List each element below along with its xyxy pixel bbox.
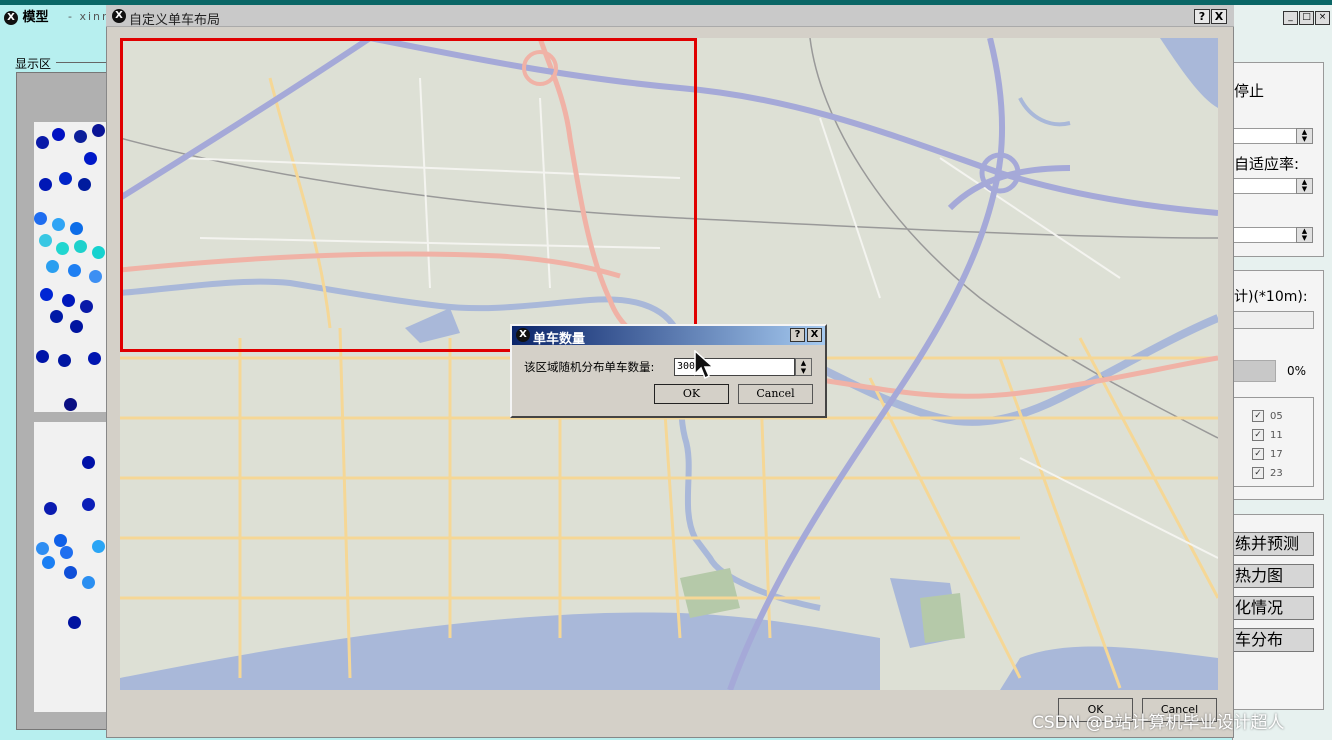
checkbox-label: 17 — [1270, 449, 1283, 460]
scatter-dot — [78, 178, 91, 191]
scatter-dot — [74, 130, 87, 143]
scatter-dot — [92, 540, 105, 553]
scatter-dot — [82, 576, 95, 589]
bike-count-prompt: 该区域随机分布单车数量: — [524, 360, 655, 374]
maximize-button[interactable]: □ — [1299, 11, 1314, 25]
bike-distribution-button[interactable]: 车分布 — [1232, 628, 1314, 652]
scatter-dot — [44, 502, 57, 515]
scatter-dot — [82, 498, 95, 511]
window-controls: _ □ × — [1282, 8, 1330, 25]
app-x-icon: X — [4, 10, 18, 25]
scatter-dot — [46, 260, 59, 273]
scatter-dot — [39, 178, 52, 191]
checkbox[interactable]: ✓ — [1252, 448, 1264, 460]
checkbox-label: 23 — [1270, 468, 1283, 479]
scatter-dot — [68, 264, 81, 277]
custom-layout-title: 自定义单车布局 — [129, 13, 221, 28]
distance-label: 计)(*10m): — [1234, 289, 1308, 305]
mouse-cursor-icon — [694, 350, 714, 380]
scatter-dot — [92, 246, 105, 259]
bike-cancel-button[interactable]: Cancel — [738, 384, 813, 404]
bike-count-title: 单车数量 — [533, 332, 586, 347]
close-button[interactable]: X — [1211, 9, 1227, 24]
param-spinner-3[interactable]: ▲ ▼ — [1296, 227, 1313, 243]
bike-count-spinner[interactable]: ▲ ▼ — [795, 358, 812, 376]
scatter-dot — [42, 556, 55, 569]
change-status-button[interactable]: 化情况 — [1232, 596, 1314, 620]
checkbox-label: 11 — [1270, 430, 1283, 441]
progress-text: 0% — [1287, 364, 1307, 378]
stop-label: 停止 — [1234, 82, 1265, 100]
scatter-dot — [60, 546, 73, 559]
close-button[interactable]: × — [1315, 11, 1330, 25]
scatter-dot — [80, 300, 93, 313]
scatter-dot — [84, 152, 97, 165]
sea-area — [120, 612, 880, 690]
background-title-text: 模型 — [22, 10, 49, 25]
watermark: CSDN @B站计算机毕业设计超人 — [1032, 713, 1285, 733]
park-2 — [920, 593, 965, 643]
scatter-dot — [36, 542, 49, 555]
train-predict-button[interactable]: 练并预测 — [1232, 532, 1314, 556]
scatter-dot — [70, 222, 83, 235]
bike-count-input[interactable]: 300 — [674, 358, 795, 376]
scatter-dot — [56, 242, 69, 255]
param-spinner-2[interactable]: ▲ ▼ — [1296, 178, 1313, 194]
dialog-x-icon: X — [112, 9, 126, 23]
scatter-dot — [92, 124, 105, 137]
scatter-dot — [64, 566, 77, 579]
scatter-dot — [70, 320, 83, 333]
bike-close-button[interactable]: X — [807, 328, 822, 342]
scatter-dot — [59, 172, 72, 185]
scatter-dot — [89, 270, 102, 283]
scatter-dot — [68, 616, 81, 629]
heatmap-button[interactable]: 热力图 — [1232, 564, 1314, 588]
creek — [1018, 97, 1071, 127]
scatter-dot — [50, 310, 63, 323]
adapt-rate-label: 自适应率: — [1234, 155, 1300, 173]
scatter-dot — [52, 218, 65, 231]
scatter-dot — [58, 354, 71, 367]
scatter-dot — [64, 398, 77, 411]
checkbox[interactable]: ✓ — [1252, 429, 1264, 441]
bike-ok-button[interactable]: OK — [654, 384, 729, 404]
scatter-dot — [39, 234, 52, 247]
scatter-dot — [52, 128, 65, 141]
scatter-dot — [82, 456, 95, 469]
display-area-label: 显示区 — [15, 57, 52, 71]
scatter-dot — [62, 294, 75, 307]
help-button[interactable]: ? — [1194, 9, 1210, 24]
minimize-button[interactable]: _ — [1283, 11, 1298, 25]
progress-bar — [1232, 360, 1276, 382]
selection-rectangle[interactable] — [120, 38, 697, 352]
park — [680, 568, 740, 618]
scatter-dot — [36, 350, 49, 363]
distance-field[interactable] — [1232, 311, 1314, 329]
sea-area-east — [1000, 646, 1218, 690]
bay-top-right — [1160, 38, 1218, 108]
checkbox[interactable]: ✓ — [1252, 410, 1264, 422]
scatter-dot — [88, 352, 101, 365]
bike-dialog-x-icon: X — [516, 328, 530, 342]
group-divider — [56, 62, 108, 63]
bike-help-button[interactable]: ? — [790, 328, 805, 342]
scatter-dot — [34, 212, 47, 225]
scatter-dot — [74, 240, 87, 253]
param-spinner-1[interactable]: ▲ ▼ — [1296, 128, 1313, 144]
scatter-dot — [40, 288, 53, 301]
custom-layout-titlebar[interactable] — [106, 5, 1234, 27]
scatter-plot-bottom — [34, 422, 106, 712]
checkbox-label: 05 — [1270, 411, 1283, 422]
scatter-dot — [36, 136, 49, 149]
checkbox[interactable]: ✓ — [1252, 467, 1264, 479]
scatter-plot-top — [34, 122, 106, 412]
